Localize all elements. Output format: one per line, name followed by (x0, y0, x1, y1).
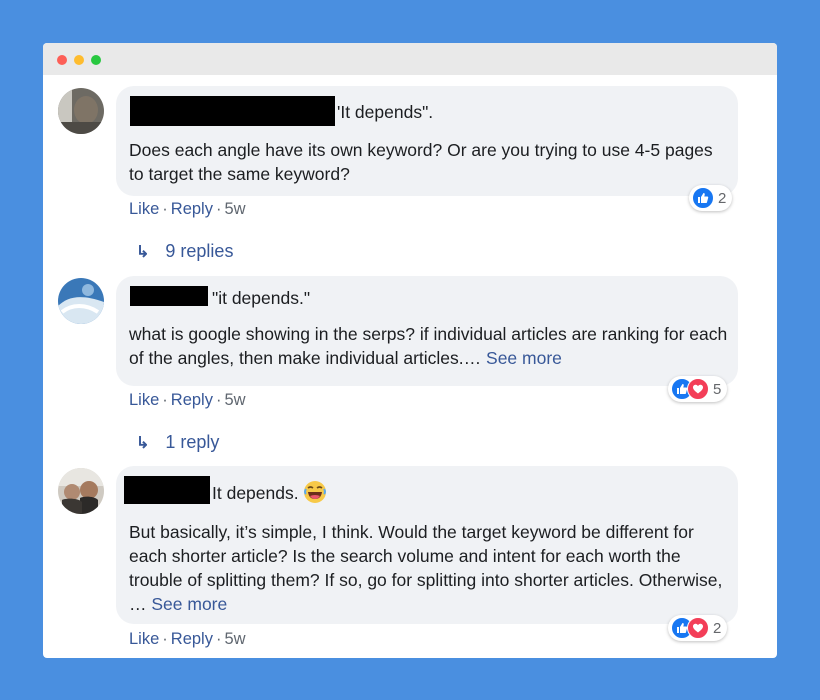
comment-timestamp[interactable]: 5w (224, 630, 245, 648)
redacted-author-name (124, 476, 210, 504)
reactions-summary[interactable]: 2 (689, 185, 733, 211)
like-button[interactable]: Like (129, 200, 159, 218)
reactions-summary[interactable]: 2 (668, 615, 728, 641)
reply-button[interactable]: Reply (171, 200, 213, 218)
reaction-count: 5 (713, 380, 722, 398)
comment-body: Does each angle have its own keyword? Or… (129, 140, 713, 184)
comment-text: what is google showing in the serps? if … (129, 322, 729, 370)
comment-actions: Like · Reply · 5w (129, 200, 246, 218)
love-icon (687, 617, 709, 639)
redacted-author-name (130, 96, 335, 126)
see-more-link[interactable]: See more (151, 594, 227, 614)
reaction-count: 2 (718, 189, 727, 207)
comment-bubble: "it depends." what is google showing in … (116, 276, 738, 386)
comment-actions: Like · Reply · 5w (129, 630, 246, 648)
replies-count[interactable]: 1 reply (165, 432, 219, 452)
like-button[interactable]: Like (129, 391, 159, 409)
view-replies-link[interactable]: ↳ 1 reply (136, 432, 219, 453)
view-replies-link[interactable]: ↳ 9 replies (136, 241, 233, 262)
comment-author-suffix: It depends. (212, 480, 327, 505)
comment-author-suffix: 'It depends". (337, 102, 434, 122)
see-more-link[interactable]: See more (486, 348, 562, 368)
laughing-emoji-icon (303, 481, 326, 503)
close-window-button[interactable] (57, 55, 67, 65)
comment-bubble: 'It depends". Does each angle have its o… (116, 86, 738, 196)
comment-author-suffix-text: It depends. (212, 483, 299, 503)
like-button[interactable]: Like (129, 630, 159, 648)
love-icon (687, 378, 709, 400)
comment-bubble: It depends. But basically, it’s simple, … (116, 466, 738, 624)
browser-window: 'It depends". Does each angle have its o… (43, 43, 777, 658)
comment-text: Does each angle have its own keyword? Or… (129, 138, 724, 186)
reaction-count: 2 (713, 619, 722, 637)
comment-author-suffix: "it depends." (212, 288, 311, 308)
replies-count[interactable]: 9 replies (165, 241, 233, 261)
reactions-summary[interactable]: 5 (668, 376, 728, 402)
like-icon (692, 187, 714, 209)
comment-text: But basically, it’s simple, I think. Wou… (129, 520, 729, 616)
comment-body: what is google showing in the serps? if … (129, 324, 728, 368)
reply-button[interactable]: Reply (171, 391, 213, 409)
reply-arrow-icon: ↳ (136, 435, 150, 452)
avatar[interactable] (58, 88, 104, 134)
minimize-window-button[interactable] (74, 55, 84, 65)
comment-timestamp[interactable]: 5w (224, 391, 245, 409)
reply-arrow-icon: ↳ (136, 244, 150, 261)
avatar[interactable] (58, 278, 104, 324)
window-titlebar (43, 43, 777, 75)
avatar[interactable] (58, 468, 104, 514)
redacted-author-name (130, 286, 208, 306)
comment-timestamp[interactable]: 5w (224, 200, 245, 218)
comment-actions: Like · Reply · 5w (129, 391, 246, 409)
reply-button[interactable]: Reply (171, 630, 213, 648)
maximize-window-button[interactable] (91, 55, 101, 65)
